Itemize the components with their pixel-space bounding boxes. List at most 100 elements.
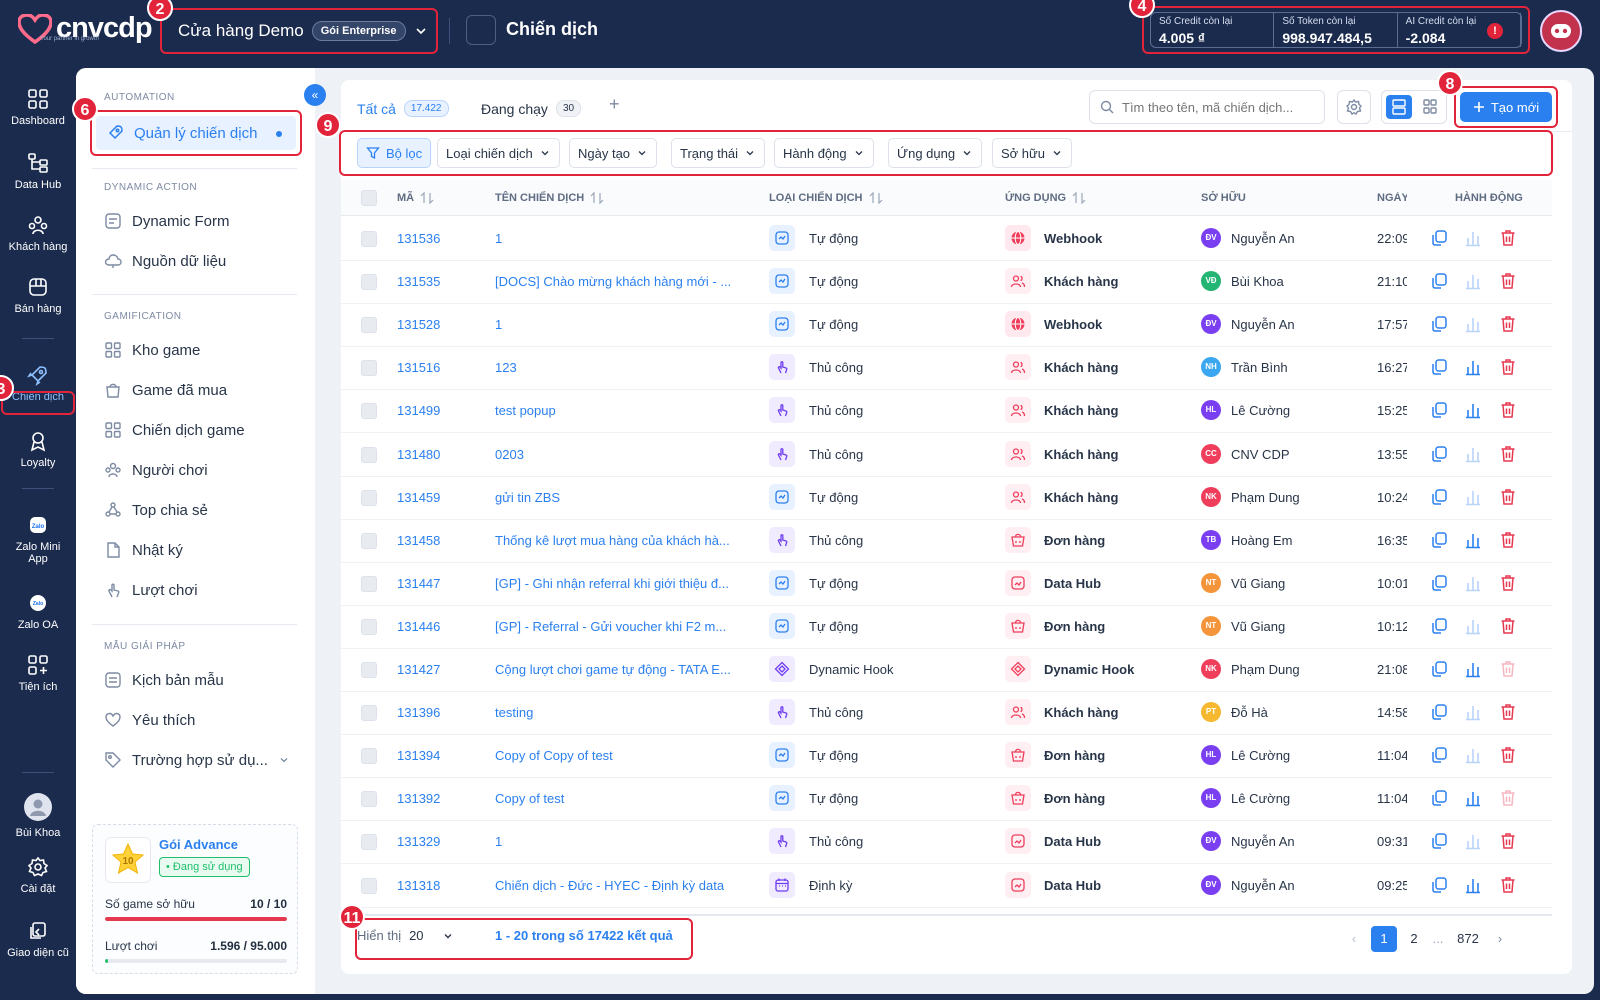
row-checkbox[interactable] (361, 662, 377, 678)
table-row[interactable]: 131535 [DOCS] Chào mừng khách hàng mới - … (341, 260, 1552, 305)
nav-sales[interactable]: Bán hàng (0, 276, 76, 315)
row-checkbox[interactable] (361, 360, 377, 377)
delete-icon[interactable] (1498, 788, 1518, 808)
delete-icon[interactable] (1498, 659, 1518, 679)
nav-zalo-oa[interactable]: Zalo Zalo OA (0, 592, 76, 631)
campaign-name-link[interactable]: gửi tin ZBS (495, 490, 751, 505)
campaign-id-link[interactable]: 131516 (397, 360, 477, 375)
sidebar-item-game-store[interactable]: Kho game (104, 341, 200, 359)
campaign-id-link[interactable]: 131392 (397, 791, 477, 806)
table-row[interactable]: 131459 gửi tin ZBS Tự động Khách hàng NK Phạm… (341, 476, 1552, 520)
campaign-name-link[interactable]: Chiến dịch - Đức - HYEC - Định kỳ data (495, 878, 751, 893)
sidebar-item-campaign-management[interactable]: Quản lý chiến dịch (96, 116, 296, 150)
campaign-id-link[interactable]: 131499 (397, 403, 477, 418)
copy-icon[interactable] (1429, 702, 1449, 722)
stats-icon[interactable] (1463, 745, 1483, 765)
campaign-id-link[interactable]: 131329 (397, 834, 477, 849)
select-all-checkbox[interactable] (361, 190, 377, 206)
filter-created-date[interactable]: Ngày tạo (569, 138, 658, 168)
tab-all[interactable]: Tất cả 17.422 (357, 100, 449, 117)
campaign-name-link[interactable]: [DOCS] Chào mừng khách hàng mới - ... (495, 274, 751, 289)
stats-icon[interactable] (1463, 271, 1483, 291)
campaign-name-link[interactable]: Copy of test (495, 791, 751, 806)
delete-icon[interactable] (1498, 530, 1518, 550)
delete-icon[interactable] (1498, 357, 1518, 377)
stats-icon[interactable] (1463, 444, 1483, 464)
page-1-button[interactable]: 1 (1371, 926, 1397, 952)
table-row[interactable]: 131447 [GP] - Ghi nhận referral khi giới … (341, 562, 1552, 606)
page-2-button[interactable]: 2 (1401, 926, 1427, 952)
row-checkbox[interactable] (361, 231, 377, 247)
campaign-id-link[interactable]: 131318 (397, 878, 477, 893)
search-input[interactable] (1122, 99, 1312, 115)
page-last-button[interactable]: 872 (1451, 926, 1485, 952)
sidebar-item-logs[interactable]: Nhật ký (104, 541, 183, 559)
nav-data-hub[interactable]: Data Hub (0, 152, 76, 191)
copy-icon[interactable] (1429, 659, 1449, 679)
copy-icon[interactable] (1429, 831, 1449, 851)
copy-icon[interactable] (1429, 616, 1449, 636)
delete-icon[interactable] (1498, 831, 1518, 851)
row-checkbox[interactable] (361, 274, 377, 291)
copy-icon[interactable] (1429, 875, 1449, 895)
copy-icon[interactable] (1429, 314, 1449, 334)
campaign-name-link[interactable]: [GP] - Referral - Gửi voucher khi F2 m..… (495, 619, 751, 634)
stats-icon[interactable] (1463, 357, 1483, 377)
stats-icon[interactable] (1463, 831, 1483, 851)
table-settings-button[interactable] (1337, 90, 1371, 124)
column-header-id[interactable]: MÃ (397, 192, 434, 204)
store-selector[interactable]: Cửa hàng Demo Gói Enterprise (160, 8, 438, 54)
sidebar-item-plays[interactable]: Lượt chơi (104, 581, 198, 599)
delete-icon[interactable] (1498, 271, 1518, 291)
table-row[interactable]: 131499 test popup Thủ công Khách hàng HL Lê C… (341, 389, 1552, 434)
sidebar-item-bought-games[interactable]: Game đã mua (104, 381, 227, 399)
table-row[interactable]: 131480 0203 Thủ công Khách hàng CC CNV CDP 13:… (341, 433, 1552, 477)
row-checkbox[interactable] (361, 575, 377, 592)
stats-icon[interactable] (1463, 487, 1483, 507)
campaign-id-link[interactable]: 131396 (397, 705, 477, 720)
copy-icon[interactable] (1429, 530, 1449, 550)
delete-icon[interactable] (1498, 616, 1518, 636)
delete-icon[interactable] (1498, 573, 1518, 593)
sidebar-item-dynamic-form[interactable]: Dynamic Form (104, 212, 230, 230)
campaign-id-link[interactable]: 131480 (397, 447, 477, 462)
create-campaign-button[interactable]: Tạo mới (1460, 92, 1552, 122)
row-checkbox[interactable] (361, 748, 377, 765)
prev-page-button[interactable]: ‹ (1341, 926, 1367, 952)
sidebar-item-favorites[interactable]: Yêu thích (104, 711, 195, 729)
delete-icon[interactable] (1498, 400, 1518, 420)
campaign-id-link[interactable]: 131458 (397, 533, 477, 548)
nav-loyalty[interactable]: Loyalty (0, 430, 76, 469)
nav-profile[interactable]: Bùi Khoa (0, 792, 76, 839)
grid-view-button[interactable] (1417, 95, 1443, 119)
row-checkbox[interactable] (361, 403, 377, 420)
delete-icon[interactable] (1498, 228, 1518, 248)
delete-icon[interactable] (1498, 745, 1518, 765)
copy-icon[interactable] (1429, 271, 1449, 291)
campaign-name-link[interactable]: Cộng lượt chơi game tự động - TATA E... (495, 662, 751, 677)
add-tab-button[interactable]: + (609, 94, 620, 115)
delete-icon[interactable] (1498, 444, 1518, 464)
campaign-id-link[interactable]: 131446 (397, 619, 477, 634)
campaign-name-link[interactable]: 1 (495, 317, 751, 332)
nav-customers[interactable]: Khách hàng (0, 214, 76, 253)
campaign-name-link[interactable]: 1 (495, 834, 751, 849)
table-row[interactable]: 131318 Chiến dịch - Đức - HYEC - Định kỳ … (341, 864, 1552, 908)
row-checkbox[interactable] (361, 791, 377, 808)
sidebar-item-templates[interactable]: Kịch bản mẫu (104, 671, 224, 689)
table-row[interactable]: 131427 Cộng lượt chơi game tự động - TATA… (341, 648, 1552, 692)
stats-icon[interactable] (1463, 702, 1483, 722)
list-view-button[interactable] (1386, 95, 1412, 119)
sidebar-item-game-campaigns[interactable]: Chiến dịch game (104, 421, 245, 439)
row-checkbox[interactable] (361, 446, 377, 463)
row-checkbox[interactable] (361, 834, 377, 851)
tab-running[interactable]: Đang chạy 30 (481, 100, 582, 117)
sidebar-item-top-share[interactable]: Top chia sẻ (104, 501, 208, 519)
copy-icon[interactable] (1429, 487, 1449, 507)
copy-icon[interactable] (1429, 788, 1449, 808)
campaign-id-link[interactable]: 131536 (397, 231, 477, 246)
row-checkbox[interactable] (361, 705, 377, 722)
copy-icon[interactable] (1429, 228, 1449, 248)
campaign-name-link[interactable]: 123 (495, 360, 751, 375)
stats-icon[interactable] (1463, 314, 1483, 334)
